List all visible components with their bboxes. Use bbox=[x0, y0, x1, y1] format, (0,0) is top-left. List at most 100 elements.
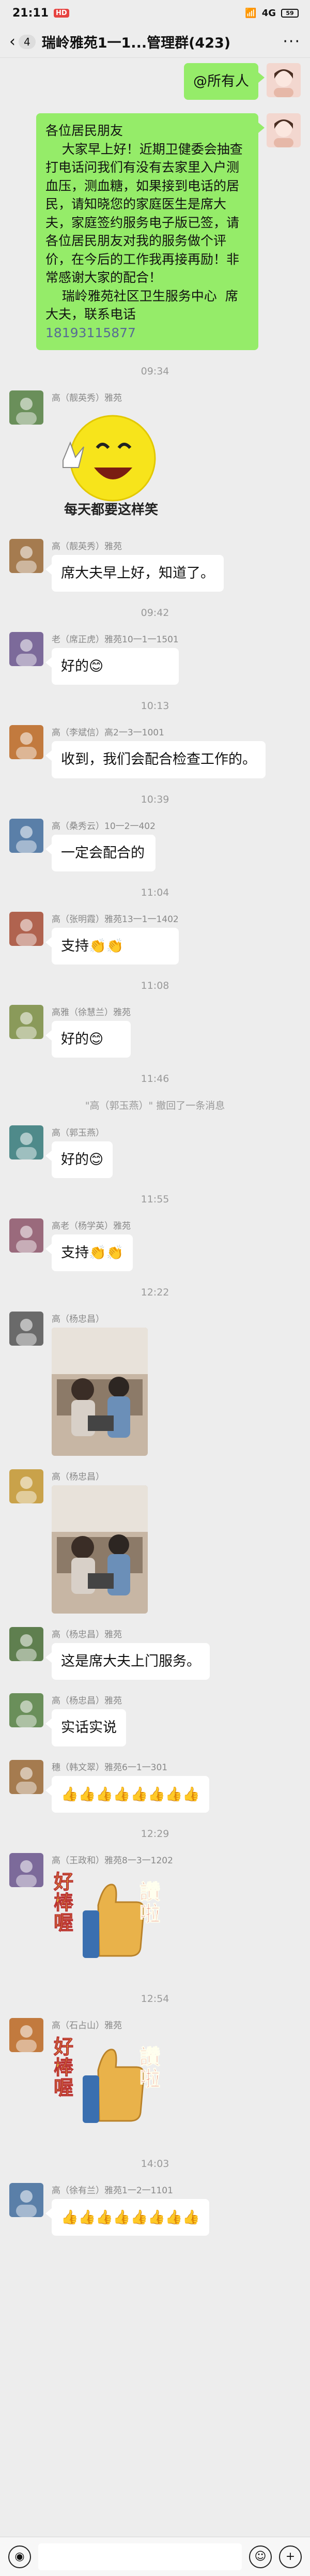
sender-name: 高（郭玉燕） bbox=[52, 1127, 104, 1138]
sender-name: 高老（杨学英）雅苑 bbox=[52, 1221, 131, 1232]
message-body: 高（靓英秀）雅苑席大夫早上好，知道了。 bbox=[45, 539, 224, 592]
message-bubble[interactable]: 支持👏👏 bbox=[45, 1234, 133, 1272]
sender-name: 高（杨忠昌） bbox=[52, 1314, 104, 1325]
sender-name: 高（张明霞）雅苑13一1一1402 bbox=[52, 914, 179, 925]
message-row: 各位居民朋友 大家早上好！近期卫健委会抽查打电话问我们有没有去家里入户测血压，测… bbox=[0, 113, 310, 351]
photo-message[interactable] bbox=[52, 1328, 148, 1456]
avatar[interactable] bbox=[9, 1312, 43, 1346]
message-line: 大家早上好！近期卫健委会抽查打电话问我们有没有去家里入户测血压，测血糖，如果接到… bbox=[45, 141, 243, 285]
message-row: @所有人 bbox=[0, 63, 310, 100]
message-input[interactable] bbox=[38, 2543, 242, 2570]
message-row: 高（桑秀云）10一2一402 一定会配合的 bbox=[0, 818, 310, 871]
message-bubble[interactable]: 一定会配合的 bbox=[45, 834, 156, 871]
message-bubble[interactable]: @所有人 bbox=[184, 63, 265, 100]
timestamp: 10:39 bbox=[141, 793, 169, 805]
message-bubble[interactable]: 这是席大夫上门服务。 bbox=[45, 1643, 210, 1680]
message-bubble[interactable]: 席大夫早上好，知道了。 bbox=[45, 555, 224, 592]
phone-link[interactable]: 18193115877 bbox=[45, 324, 249, 342]
sticker-text-right: 讚啦 bbox=[140, 2045, 161, 2091]
avatar[interactable] bbox=[9, 725, 43, 760]
avatar[interactable] bbox=[9, 1469, 43, 1504]
message-body: 高（石占山）雅苑 好棒喔 讚啦 bbox=[52, 2018, 165, 2143]
message-bubble[interactable]: 好的😊 bbox=[45, 1141, 113, 1179]
sender-name: 高雅（徐慧兰）雅苑 bbox=[52, 1007, 131, 1018]
emoji-icon[interactable]: ☺ bbox=[249, 2545, 272, 2568]
sender-name: 高（杨忠昌） bbox=[52, 1472, 104, 1483]
message-bubble[interactable]: 👍👍👍👍👍👍👍👍 bbox=[45, 1775, 209, 1813]
voice-icon[interactable]: ◉ bbox=[8, 2545, 31, 2568]
thumbs-up-sticker[interactable]: 好棒喔 讚啦 bbox=[52, 2033, 165, 2143]
back-icon[interactable]: ‹ bbox=[9, 34, 16, 50]
avatar[interactable] bbox=[9, 1627, 43, 1662]
thumbs-up-sticker[interactable]: 好棒喔 讚啦 bbox=[52, 1869, 165, 1978]
unread-count[interactable]: 4 bbox=[19, 34, 36, 49]
message-row: 高（徐有兰）雅苑1一2一1101 👍👍👍👍👍👍👍👍 bbox=[0, 2182, 310, 2236]
message-row: 穗（韩文翠）雅苑6一1一301 👍👍👍👍👍👍👍👍 bbox=[0, 1759, 310, 1813]
message-body: 高（李斌信）高2一3一1001 收到，我们会配合检查工作的。 bbox=[45, 725, 266, 778]
sticker-text-right: 讚啦 bbox=[140, 1880, 161, 1926]
message-row: 高（郭玉燕） 好的😊 bbox=[0, 1125, 310, 1179]
more-options-icon[interactable]: ··· bbox=[283, 33, 301, 51]
smiley-sticker[interactable]: 每天都要这样笑 bbox=[52, 406, 171, 526]
system-notice: "高（郭玉燕）" 撤回了一条消息 bbox=[85, 1099, 225, 1111]
message-body: 高老（杨学英）雅苑支持👏👏 bbox=[45, 1218, 133, 1272]
sender-name: 高（徐有兰）雅苑1一2一1101 bbox=[52, 2185, 173, 2196]
message-body: 穗（韩文翠）雅苑6一1一301 👍👍👍👍👍👍👍👍 bbox=[45, 1760, 209, 1813]
timestamp: 11:46 bbox=[141, 1073, 169, 1084]
avatar[interactable] bbox=[9, 1125, 43, 1159]
avatar[interactable] bbox=[9, 1759, 43, 1794]
message-line: 各位居民朋友 bbox=[45, 123, 123, 139]
message-bubble[interactable]: 好的😊 bbox=[45, 1020, 131, 1058]
message-row: 高（靓英秀）雅苑席大夫早上好，知道了。 bbox=[0, 539, 310, 592]
avatar[interactable] bbox=[9, 2017, 43, 2052]
message-bubble[interactable]: 收到，我们会配合检查工作的。 bbox=[45, 741, 266, 778]
sticker-text-left: 好棒喔 bbox=[54, 2035, 74, 2100]
message-bubble[interactable]: 实话实说 bbox=[45, 1709, 126, 1746]
sender-name: 高（靓英秀）雅苑 bbox=[52, 393, 122, 404]
chat-title: 瑞岭雅苑1一1...管理群(423) bbox=[41, 35, 231, 51]
avatar[interactable] bbox=[9, 1218, 43, 1253]
sender-name: 高（李斌信）高2一3一1001 bbox=[52, 728, 164, 739]
message-bubble[interactable]: 各位居民朋友 大家早上好！近期卫健委会抽查打电话问我们有没有去家里入户测血压，测… bbox=[36, 113, 265, 351]
message-bubble[interactable]: 支持👏👏 bbox=[45, 927, 179, 965]
timestamp: 11:04 bbox=[141, 886, 169, 898]
sender-name: 高（王政和）雅苑8一3一1202 bbox=[52, 1855, 173, 1866]
avatar[interactable] bbox=[9, 2182, 43, 2217]
timestamp: 11:08 bbox=[141, 980, 169, 991]
timestamp: 11:55 bbox=[141, 1194, 169, 1206]
my-avatar[interactable] bbox=[267, 63, 301, 97]
sender-name: 高（杨忠昌）雅苑 bbox=[52, 1630, 122, 1640]
avatar[interactable] bbox=[9, 1004, 43, 1039]
message-body: 高（郭玉燕） 好的😊 bbox=[45, 1125, 113, 1179]
message-list[interactable]: @所有人 各位居民朋友 大家早上好！近期卫健委会抽查打电话问我们有没有去家里入户… bbox=[0, 58, 310, 2236]
timestamp: 14:03 bbox=[141, 2158, 169, 2170]
sender-name: 穗（韩文翠）雅苑6一1一301 bbox=[52, 1762, 168, 1773]
photo-message[interactable] bbox=[52, 1485, 148, 1614]
avatar[interactable] bbox=[9, 818, 43, 853]
message-body: 高（桑秀云）10一2一402 一定会配合的 bbox=[45, 819, 156, 871]
timestamp: 09:34 bbox=[141, 366, 169, 378]
avatar[interactable] bbox=[9, 390, 43, 425]
message-bubble[interactable]: 👍👍👍👍👍👍👍👍 bbox=[45, 2198, 209, 2236]
message-body: 高（王政和）雅苑8一3一1202 好棒喔 讚啦 bbox=[52, 1853, 173, 1978]
my-avatar[interactable] bbox=[267, 113, 301, 148]
avatar[interactable] bbox=[9, 539, 43, 574]
message-row: 高（王政和）雅苑8一3一1202 好棒喔 讚啦 bbox=[0, 1852, 310, 1978]
message-body: 高（张明霞）雅苑13一1一1402 支持👏👏 bbox=[45, 912, 179, 965]
message-row: 高（杨忠昌）雅苑这是席大夫上门服务。 bbox=[0, 1627, 310, 1680]
timestamp: 12:22 bbox=[141, 1287, 169, 1299]
message-bubble[interactable]: 好的😊 bbox=[45, 648, 179, 685]
battery-icon: 59 bbox=[281, 8, 299, 18]
message-body: 高雅（徐慧兰）雅苑好的😊 bbox=[45, 1005, 131, 1058]
message-row: 老（席正虎）雅苑10一1一1501 好的😊 bbox=[0, 632, 310, 685]
sender-name: 高（靓英秀）雅苑 bbox=[52, 541, 122, 552]
avatar[interactable] bbox=[9, 632, 43, 667]
avatar[interactable] bbox=[9, 1693, 43, 1728]
avatar[interactable] bbox=[9, 911, 43, 946]
timestamp: 10:13 bbox=[141, 700, 169, 712]
avatar[interactable] bbox=[9, 1852, 43, 1887]
plus-icon[interactable]: + bbox=[279, 2545, 302, 2568]
timestamp: 12:29 bbox=[141, 1828, 169, 1840]
notification-badge: HD bbox=[54, 8, 69, 18]
sticker-caption: 每天都要这样笑 bbox=[64, 502, 158, 518]
